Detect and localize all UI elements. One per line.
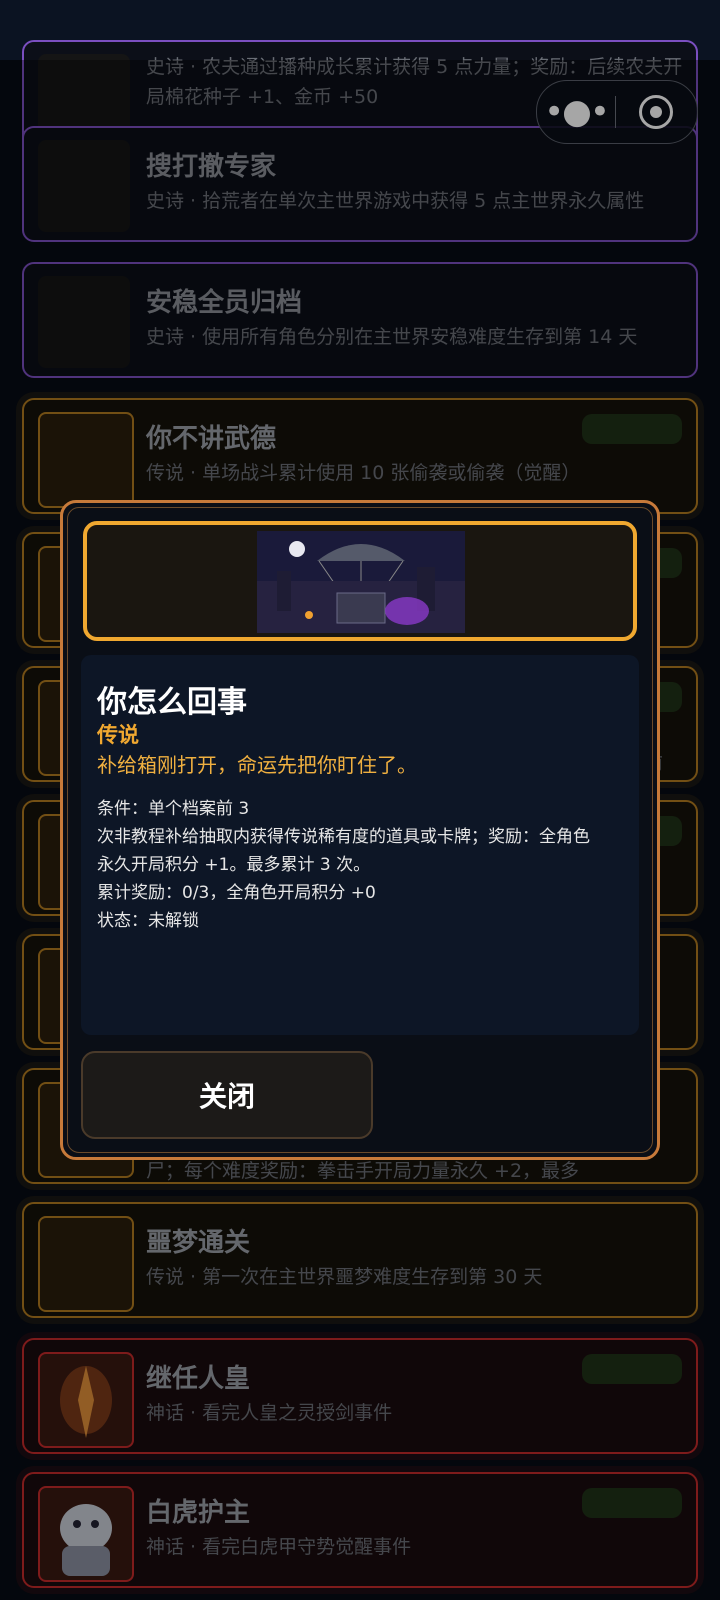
achievement-rarity: 传说 bbox=[97, 723, 139, 747]
status-line: 状态：未解锁 bbox=[97, 911, 199, 931]
progress-line: 累计奖励：0/3，全角色开局积分 +0 bbox=[97, 883, 376, 903]
supply-drop-icon bbox=[257, 531, 465, 633]
achievement-info-panel: 你怎么回事 传说 补给箱刚打开，命运先把你盯住了。 条件：单个档案前 3 次非教… bbox=[81, 655, 639, 1035]
supply-drop-image bbox=[257, 531, 465, 633]
condition-line: 条件：单个档案前 3 bbox=[97, 799, 250, 819]
close-button[interactable]: 关闭 bbox=[81, 1051, 373, 1139]
achievement-banner bbox=[83, 521, 637, 641]
achievement-detail-modal: 你怎么回事 传说 补给箱刚打开，命运先把你盯住了。 条件：单个档案前 3 次非教… bbox=[60, 500, 660, 1160]
achievement-flavor-text: 补给箱刚打开，命运先把你盯住了。 bbox=[97, 753, 417, 777]
condition-detail-line: 次非教程补给抽取内获得传说稀有度的道具或卡牌；奖励：全角色 bbox=[97, 827, 590, 847]
achievement-name: 你怎么回事 bbox=[97, 685, 247, 720]
reward-line: 永久开局积分 +1。最多累计 3 次。 bbox=[97, 855, 371, 875]
